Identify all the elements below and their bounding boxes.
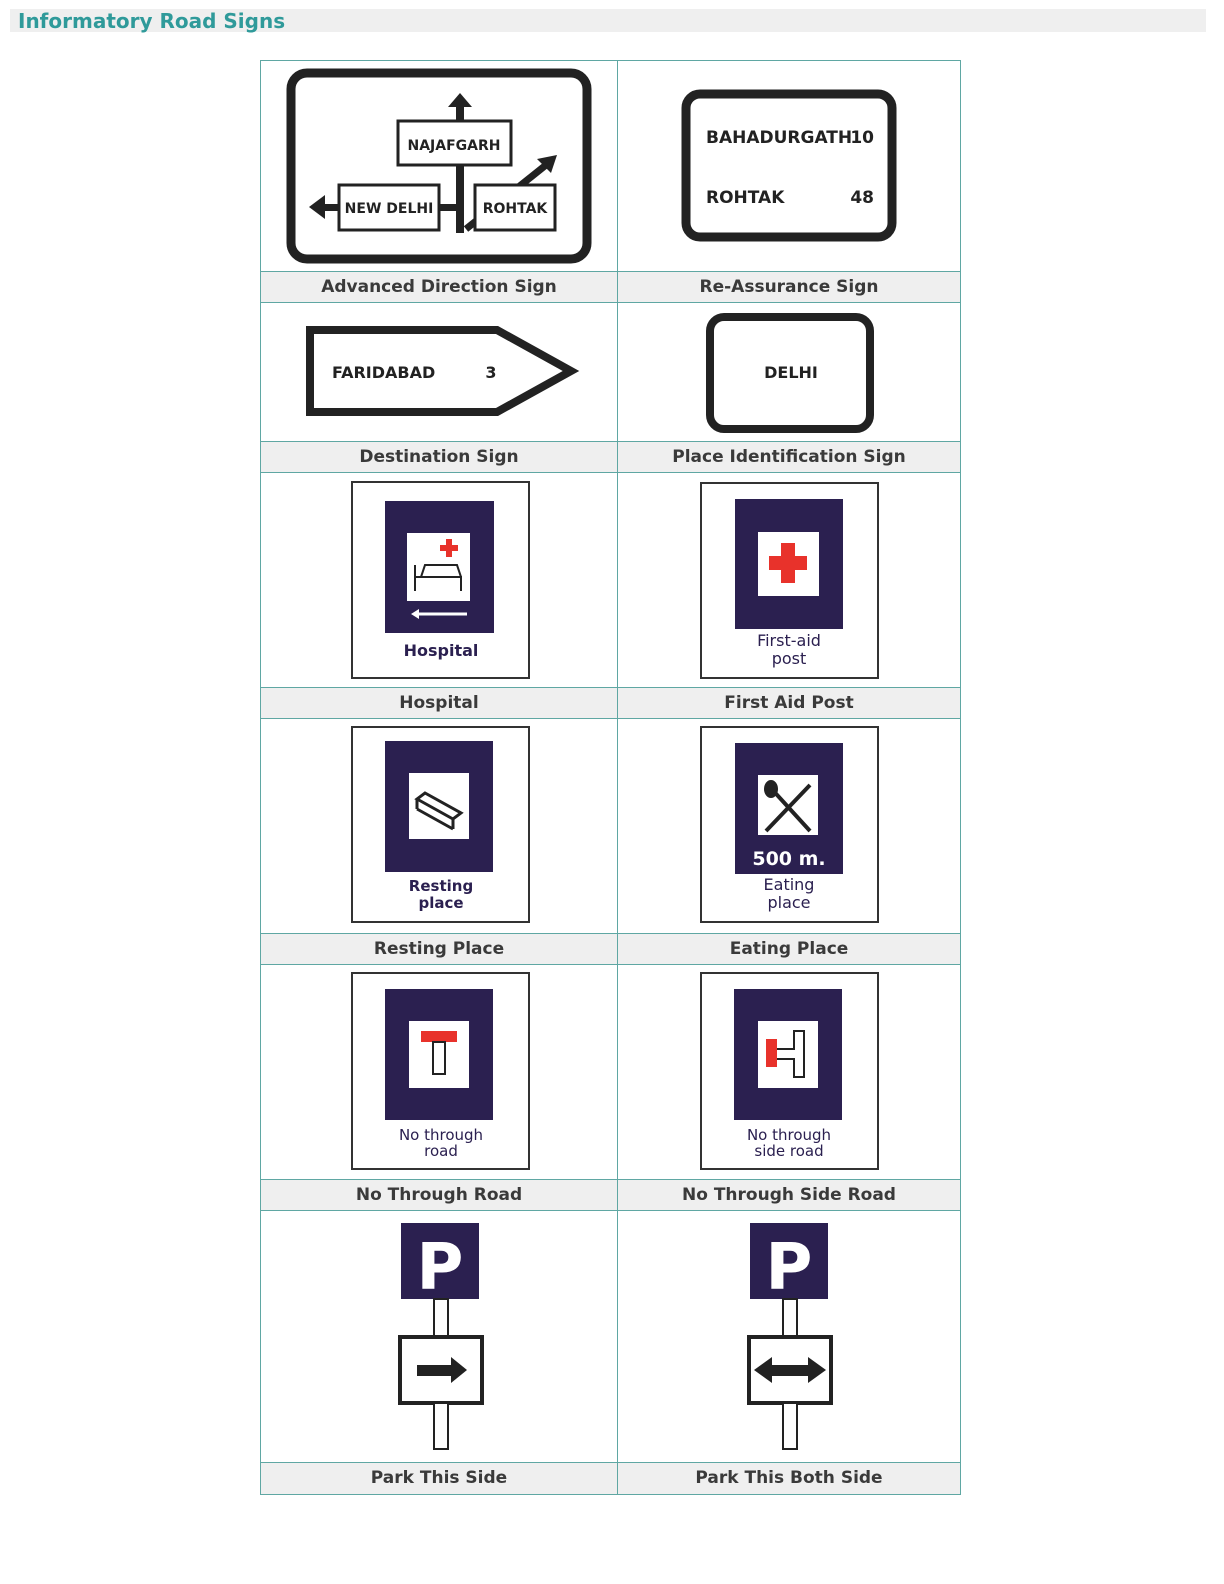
park-this-side-sign-image: P xyxy=(261,1211,618,1463)
signs-table: NAJAFGARH NEW DELHI ROHTAK BAHADURGATH 1… xyxy=(260,60,961,1495)
hospital-sign-image: Hospital xyxy=(261,473,618,688)
destination-km: 3 xyxy=(485,363,496,382)
eating-sign-label-2: place xyxy=(767,893,810,912)
no-through-side-road-label-2: side road xyxy=(754,1142,823,1160)
caption-eating: Eating Place xyxy=(618,934,960,965)
advanced-direction-sign-image: NAJAFGARH NEW DELHI ROHTAK xyxy=(261,61,618,272)
no-through-road-label-2: road xyxy=(424,1142,458,1160)
first-aid-sign-label-2: post xyxy=(772,649,807,668)
caption-advanced-direction: Advanced Direction Sign xyxy=(261,272,618,303)
page-title: Informatory Road Signs xyxy=(18,9,286,33)
caption-first-aid: First Aid Post xyxy=(618,688,960,719)
caption-no-through-road: No Through Road xyxy=(261,1180,618,1211)
caption-no-through-side-road: No Through Side Road xyxy=(618,1180,960,1211)
eating-distance: 500 m. xyxy=(752,848,825,870)
hospital-sign-label: Hospital xyxy=(404,641,479,660)
first-aid-sign-label-1: First-aid xyxy=(757,631,821,650)
caption-hospital: Hospital xyxy=(261,688,618,719)
place-identification-sign-image: DELHI xyxy=(618,303,960,442)
no-through-side-road-sign-image: No through side road xyxy=(618,965,960,1180)
destination-sign-image: FARIDABAD 3 xyxy=(261,303,618,442)
caption-resting: Resting Place xyxy=(261,934,618,965)
reassurance-line1-km: 10 xyxy=(850,128,874,148)
place-identification-text: DELHI xyxy=(764,363,818,382)
eating-place-sign-image: 500 m. Eating place xyxy=(618,719,960,934)
resting-sign-label-1: Resting xyxy=(409,877,473,895)
park-both-side-sign-image: P xyxy=(618,1211,960,1463)
park-both-side-letter: P xyxy=(766,1231,813,1305)
caption-place-identification: Place Identification Sign xyxy=(618,442,960,473)
rohtak-label: ROHTAK xyxy=(483,201,549,217)
reassurance-sign-image: BAHADURGATH 10 ROHTAK 48 xyxy=(618,61,960,272)
park-this-side-letter: P xyxy=(417,1231,464,1305)
new-delhi-label: NEW DELHI xyxy=(345,201,434,217)
najafgarh-label: NAJAFGARH xyxy=(408,138,501,154)
first-aid-sign-image: First-aid post xyxy=(618,473,960,688)
reassurance-line2-km: 48 xyxy=(850,188,874,208)
eating-sign-label-1: Eating xyxy=(764,875,815,894)
resting-sign-label-2: place xyxy=(418,894,463,912)
destination-place: FARIDABAD xyxy=(332,363,435,382)
caption-park-this-side: Park This Side xyxy=(261,1463,618,1494)
reassurance-line2-place: ROHTAK xyxy=(706,188,785,208)
page-header: Informatory Road Signs xyxy=(10,9,1206,33)
no-through-road-sign-image: No through road xyxy=(261,965,618,1180)
reassurance-line1-place: BAHADURGATH xyxy=(706,128,852,148)
caption-park-both-side: Park This Both Side xyxy=(618,1463,960,1494)
caption-destination: Destination Sign xyxy=(261,442,618,473)
caption-reassurance: Re-Assurance Sign xyxy=(618,272,960,303)
resting-place-sign-image: Resting place xyxy=(261,719,618,934)
